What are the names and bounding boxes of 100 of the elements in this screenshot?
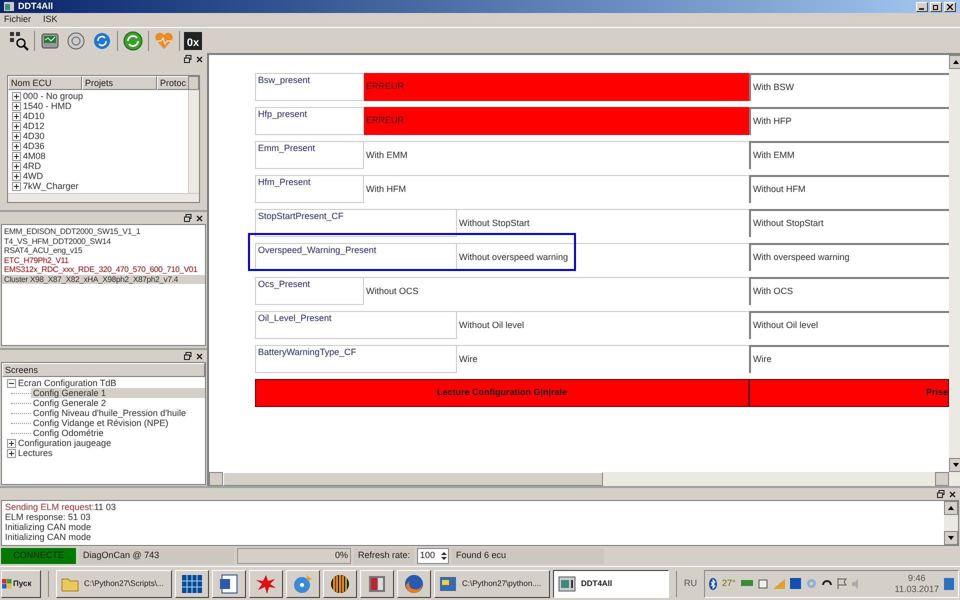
tree-item[interactable]: Lectures [18,448,53,458]
taskbar-button[interactable] [397,570,431,598]
float-icon[interactable] [184,352,192,360]
ecu-list-item[interactable]: EMM_EDISON_DDT2000_SW15_V1_1 [2,227,205,236]
expand-icon[interactable] [12,182,21,190]
ecu-list-item[interactable]: ETC_H79Ph2_V11 [2,256,205,265]
minimize-button[interactable] [916,2,928,12]
tree-item[interactable]: 7kW_Charger [23,181,79,191]
parameter-value[interactable]: Without Oil level [457,311,749,339]
taskbar-button[interactable] [249,570,283,598]
hex-button[interactable]: 0x [184,32,202,50]
search-icon [9,30,29,50]
tree-item[interactable]: 000 - No group [23,91,84,101]
tree-item[interactable]: 4RD [23,161,42,171]
toolbar-button[interactable] [8,30,30,52]
ecu-list-item[interactable]: RSAT4_ACU_eng_v15 [2,246,205,256]
menu-item[interactable]: ISK [43,13,58,27]
splat-icon [255,572,277,594]
action-button[interactable]: Lecture Configuration G|n|rale [255,379,749,407]
expand-icon[interactable] [7,438,16,448]
parameter-name: Bsw_present [255,73,364,101]
expand-icon[interactable] [12,132,21,140]
column-header[interactable]: Protoc [157,76,188,90]
column-header[interactable]: Screens [2,363,205,377]
tree-item[interactable]: Config Vidange et Révision (NPE) [31,418,205,428]
clock-date[interactable]: 11.03.2017 [894,584,939,594]
expand-icon[interactable] [12,142,21,150]
expand-icon[interactable] [12,92,21,100]
taskbar-button[interactable]: C:\Python27\python.... [434,570,550,598]
tree-item[interactable]: 4D10 [23,111,45,121]
parameter-name: Hfm_Present [255,175,364,203]
tree-item[interactable]: Configuration jaugeage [18,438,112,448]
bluetooth-icon[interactable] [709,578,717,590]
ecu-list-item[interactable]: Cluster X98_X87_X82_xHA_X98ph2_X87ph2_v7.4 [2,274,205,284]
scroll-down-icon[interactable] [948,536,954,540]
float-icon[interactable] [937,490,945,498]
tree-item[interactable]: Config Odométrie [31,428,205,438]
toolbar-button[interactable] [122,30,144,52]
parameter-value[interactable]: With EMM [364,141,749,169]
float-icon[interactable] [184,214,192,222]
parameter-name: Oil_Level_Present [255,311,457,339]
tree-item[interactable]: 4D30 [23,131,45,141]
scroll-down-icon[interactable] [953,463,959,467]
expand-icon[interactable] [12,122,21,130]
tree-item[interactable]: 4D12 [23,121,45,131]
close-button[interactable] [944,2,956,12]
tree-item[interactable]: Config Generale 2 [31,398,205,408]
taskbar-button[interactable] [323,570,357,598]
close-icon[interactable] [196,214,203,222]
flag-icon[interactable] [836,578,847,589]
restore-button[interactable] [930,2,942,12]
expand-icon[interactable] [12,152,21,160]
refresh-rate-spinner[interactable]: 100 [417,548,450,564]
striped-icon [329,572,351,594]
expand-icon[interactable] [7,448,16,458]
language-indicator[interactable]: RU [684,576,697,590]
start-button[interactable]: Пуск [1,570,41,598]
scroll-up-icon[interactable] [948,506,954,510]
expand-icon[interactable] [12,102,21,110]
parameter-value[interactable]: Without overspeed warning [457,243,749,271]
tree-item[interactable]: Ecran Configuration TdB [18,378,116,388]
float-icon[interactable] [184,55,192,63]
ecu-list-item[interactable]: EMS312x_RDC_xxx_RDE_320_470_570_600_710_V01 [2,265,205,274]
protocol-status: DiagOnCan @ 743 [79,548,234,564]
taskbar-button[interactable]: DDT4All [553,570,669,598]
parameter-value[interactable]: Wire [457,345,749,373]
grid-icon [181,572,203,594]
taskbar-button[interactable] [286,570,320,598]
action-button[interactable]: Prise [749,379,949,407]
parameter-value[interactable]: ERREUR [364,107,749,135]
tree-item[interactable]: 4D36 [23,141,45,151]
expand-icon[interactable] [12,172,21,180]
parameter-value[interactable]: Without StopStart [457,209,749,237]
ecu-list-item[interactable]: T4_VS_HFM_DDT2000_SW14 [2,236,205,246]
close-icon[interactable] [949,490,956,498]
taskbar-button[interactable] [175,570,209,598]
taskbar-button[interactable] [212,570,246,598]
close-icon[interactable] [196,352,203,360]
scroll-up-icon[interactable] [953,60,959,64]
expand-icon[interactable] [12,162,21,170]
tree-item[interactable]: 4WD [23,171,43,181]
heart-icon [154,30,174,50]
tree-item[interactable]: 1540 - HMD [23,101,72,111]
collapse-icon[interactable] [7,378,16,388]
temperature[interactable]: 27° [722,576,736,590]
restore-icon [933,4,939,10]
expand-icon[interactable] [12,112,21,120]
parameter-value[interactable]: With HFM [364,175,749,203]
close-icon[interactable] [196,56,203,62]
taskbar-button[interactable]: C:\Python27\Scripts\... [56,570,172,598]
tree-item[interactable]: 4M08 [23,151,46,161]
taskbar-button[interactable] [360,570,394,598]
clock-time[interactable]: 9:46 [908,572,926,584]
tree-item[interactable]: Config Niveau d'huile_Pression d'huile [31,408,205,418]
tree-item[interactable]: Config Generale 1 [31,388,205,398]
menu-item[interactable]: Fichier [4,13,32,27]
column-header[interactable]: Nom ECU [8,76,82,90]
column-header[interactable]: Projets [82,76,157,90]
parameter-value[interactable]: ERREUR [364,73,749,101]
parameter-value[interactable]: Without OCS [364,277,749,305]
